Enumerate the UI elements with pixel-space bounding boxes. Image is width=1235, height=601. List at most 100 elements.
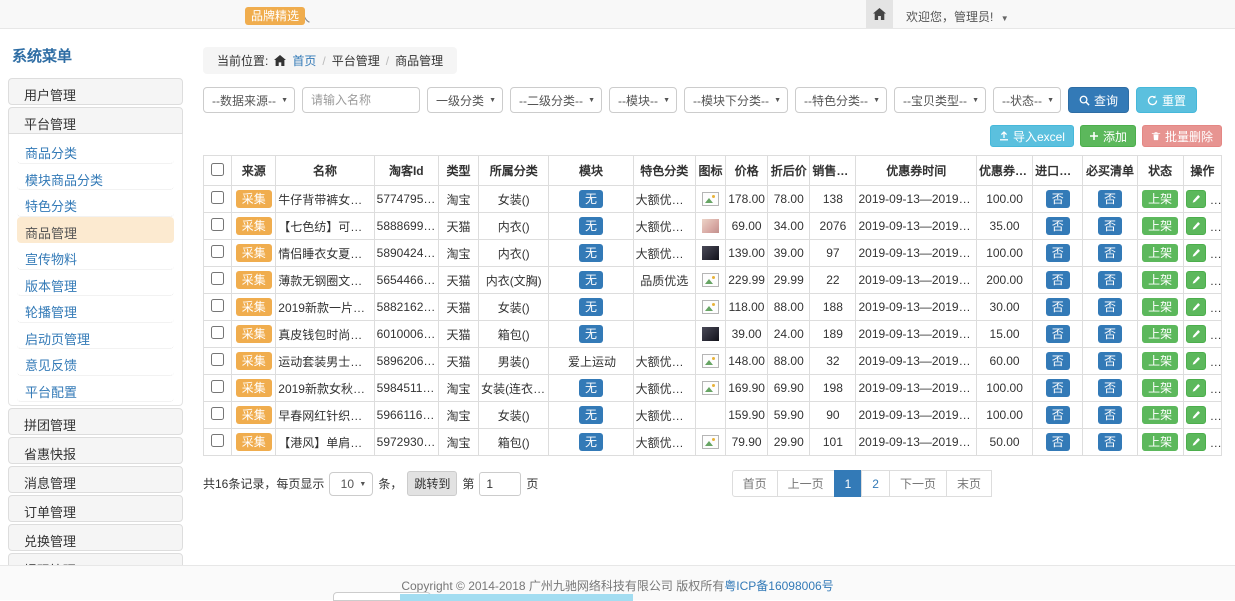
module-badge: 无: [579, 406, 603, 424]
data-source-select[interactable]: --数据来源--: [203, 87, 295, 113]
must-buy-toggle[interactable]: 否: [1098, 190, 1122, 208]
import-select-toggle[interactable]: 否: [1046, 190, 1070, 208]
edit-button[interactable]: [1186, 325, 1206, 343]
sidebar-section[interactable]: 消息管理: [8, 466, 183, 493]
status-badge[interactable]: 上架: [1142, 298, 1178, 316]
sidebar-submenu-item[interactable]: 商品管理: [17, 217, 174, 244]
import-select-toggle[interactable]: 否: [1046, 433, 1070, 451]
status-badge[interactable]: 上架: [1142, 244, 1178, 262]
import-select-toggle[interactable]: 否: [1046, 352, 1070, 370]
must-buy-toggle[interactable]: 否: [1098, 217, 1122, 235]
table-row: 采集 早春网红针织外套女春... 596611634525 淘宝 女装() 无 …: [204, 402, 1222, 429]
status-badge[interactable]: 上架: [1142, 271, 1178, 289]
import-select-toggle[interactable]: 否: [1046, 244, 1070, 262]
status-badge[interactable]: 上架: [1142, 433, 1178, 451]
home-button[interactable]: [866, 0, 893, 28]
edit-button[interactable]: [1186, 244, 1206, 262]
search-button[interactable]: 查询: [1068, 87, 1129, 113]
sidebar-submenu-item[interactable]: 宣传物料: [17, 243, 174, 270]
batch-delete-button[interactable]: 批量删除: [1142, 125, 1222, 147]
table-column-header: 必买清单: [1083, 156, 1137, 186]
sidebar-submenu-item[interactable]: 商品分类: [17, 137, 174, 164]
filter-select[interactable]: --模块--: [609, 87, 677, 113]
row-checkbox[interactable]: [211, 191, 224, 204]
sidebar-section-users[interactable]: 用户管理: [8, 78, 183, 105]
sidebar-section[interactable]: 拼团管理: [8, 408, 183, 435]
row-checkbox[interactable]: [211, 326, 224, 339]
row-checkbox[interactable]: [211, 299, 224, 312]
import-select-toggle[interactable]: 否: [1046, 271, 1070, 289]
icp-link[interactable]: 粤ICP备16098006号: [724, 579, 833, 593]
import-excel-button[interactable]: 导入excel: [990, 125, 1074, 147]
page-button[interactable]: 下一页: [889, 470, 947, 497]
page-button[interactable]: 首页: [732, 470, 778, 497]
page-button[interactable]: 1: [834, 470, 863, 497]
import-select-toggle[interactable]: 否: [1046, 379, 1070, 397]
must-buy-toggle[interactable]: 否: [1098, 352, 1122, 370]
import-select-toggle[interactable]: 否: [1046, 217, 1070, 235]
row-checkbox[interactable]: [211, 272, 224, 285]
status-badge[interactable]: 上架: [1142, 217, 1178, 235]
sidebar-submenu-item[interactable]: 特色分类: [17, 190, 174, 217]
breadcrumb-home-link[interactable]: 首页: [292, 52, 316, 69]
status-badge[interactable]: 上架: [1142, 352, 1178, 370]
sidebar-submenu-item[interactable]: 意见反馈: [17, 349, 174, 376]
sidebar-section[interactable]: 省惠快报: [8, 437, 183, 464]
edit-button[interactable]: [1186, 298, 1206, 316]
status-badge[interactable]: 上架: [1142, 379, 1178, 397]
row-checkbox[interactable]: [211, 353, 224, 366]
edit-button[interactable]: [1186, 271, 1206, 289]
status-badge[interactable]: 上架: [1142, 190, 1178, 208]
must-buy-toggle[interactable]: 否: [1098, 379, 1122, 397]
row-checkbox[interactable]: [211, 245, 224, 258]
filter-select[interactable]: --状态--: [993, 87, 1061, 113]
must-buy-toggle[interactable]: 否: [1098, 433, 1122, 451]
import-select-toggle[interactable]: 否: [1046, 325, 1070, 343]
select-all-checkbox[interactable]: [211, 163, 224, 176]
page-button[interactable]: 末页: [946, 470, 992, 497]
page-button[interactable]: 上一页: [777, 470, 835, 497]
edit-button[interactable]: [1186, 217, 1206, 235]
status-badge[interactable]: 上架: [1142, 325, 1178, 343]
sidebar-submenu-item[interactable]: 模块商品分类: [17, 164, 174, 191]
product-type: 天猫: [438, 348, 478, 375]
row-checkbox[interactable]: [211, 380, 224, 393]
sidebar-submenu-item[interactable]: 版本管理: [17, 270, 174, 297]
filter-select[interactable]: 一级分类: [427, 87, 503, 113]
page-button[interactable]: 2: [861, 470, 890, 497]
table-column-header: 特色分类: [633, 156, 695, 186]
import-select-toggle[interactable]: 否: [1046, 406, 1070, 424]
sidebar-submenu-item[interactable]: 启动页管理: [17, 323, 174, 350]
filter-select[interactable]: --二级分类--: [510, 87, 602, 113]
row-checkbox[interactable]: [211, 407, 224, 420]
add-button[interactable]: 添加: [1080, 125, 1136, 147]
status-badge[interactable]: 上架: [1142, 406, 1178, 424]
row-checkbox[interactable]: [211, 434, 224, 447]
must-buy-toggle[interactable]: 否: [1098, 298, 1122, 316]
reset-button[interactable]: 重置: [1136, 87, 1197, 113]
jump-button[interactable]: 跳转到: [407, 471, 457, 496]
sidebar-submenu-item[interactable]: 平台配置: [17, 376, 174, 403]
must-buy-toggle[interactable]: 否: [1098, 271, 1122, 289]
filter-select[interactable]: --特色分类--: [795, 87, 887, 113]
sidebar-section[interactable]: 订单管理: [8, 495, 183, 522]
must-buy-toggle[interactable]: 否: [1098, 244, 1122, 262]
edit-button[interactable]: [1186, 433, 1206, 451]
sidebar-submenu-item[interactable]: 轮播管理: [17, 296, 174, 323]
user-menu[interactable]: 欢迎您，管理员! ▼: [906, 8, 1009, 25]
must-buy-toggle[interactable]: 否: [1098, 406, 1122, 424]
edit-button[interactable]: [1186, 352, 1206, 370]
per-page-select[interactable]: 10: [329, 472, 373, 496]
sidebar-section[interactable]: 兑换管理: [8, 524, 183, 551]
filter-select[interactable]: --宝贝类型--: [894, 87, 986, 113]
page-number-input[interactable]: [479, 472, 521, 496]
must-buy-toggle[interactable]: 否: [1098, 325, 1122, 343]
edit-button[interactable]: [1186, 190, 1206, 208]
row-checkbox[interactable]: [211, 218, 224, 231]
edit-button[interactable]: [1186, 379, 1206, 397]
filter-select[interactable]: --模块下分类--: [684, 87, 788, 113]
sidebar-section-platform[interactable]: 平台管理: [8, 107, 183, 134]
import-select-toggle[interactable]: 否: [1046, 298, 1070, 316]
name-search-input[interactable]: [302, 87, 420, 113]
edit-button[interactable]: [1186, 406, 1206, 424]
